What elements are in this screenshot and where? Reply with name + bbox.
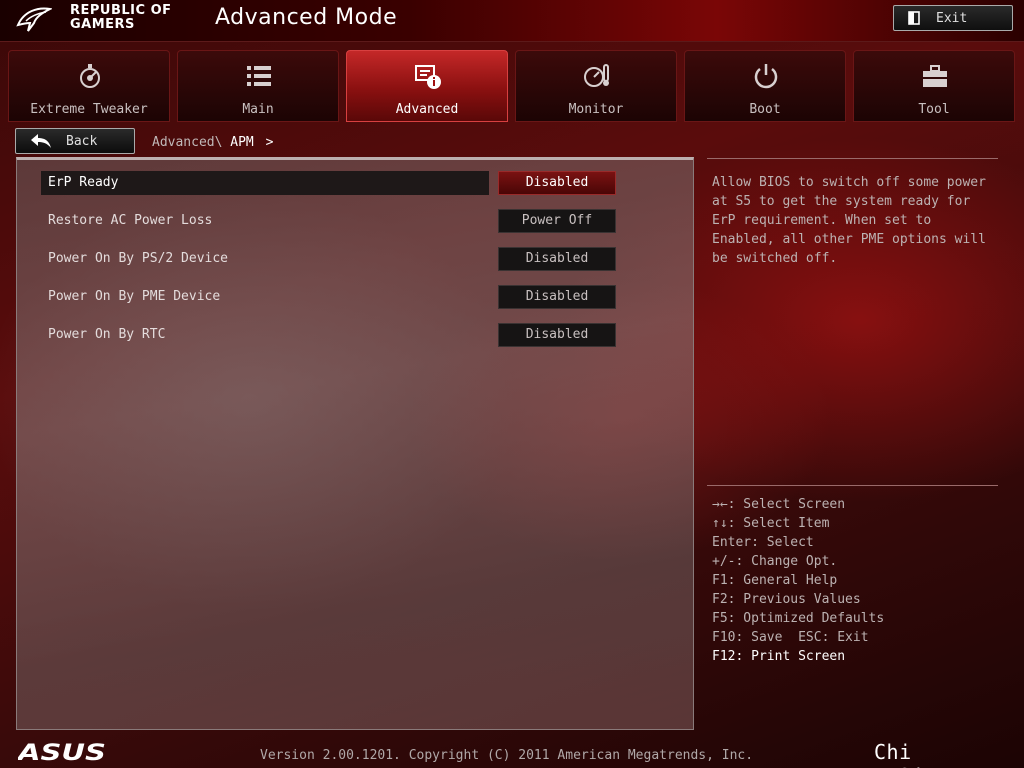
setting-value[interactable]: Power Off bbox=[498, 209, 616, 233]
toolbox-icon bbox=[923, 65, 947, 87]
tab-monitor[interactable]: Monitor bbox=[515, 50, 677, 122]
tab-extreme-tweaker[interactable]: Extreme Tweaker bbox=[8, 50, 170, 122]
tab-advanced[interactable]: Advanced bbox=[346, 50, 508, 122]
power-icon bbox=[754, 64, 778, 89]
key-hint: F1: General Help bbox=[712, 573, 838, 588]
key-hint: +/-: Change Opt. bbox=[712, 554, 838, 569]
tab-tool[interactable]: Tool bbox=[853, 50, 1015, 122]
key-hint: F12: Print Screen bbox=[712, 649, 846, 664]
help-divider-top bbox=[707, 158, 998, 159]
advanced-info-icon bbox=[415, 65, 441, 89]
setting-value[interactable]: Disabled bbox=[498, 323, 616, 347]
back-arrow-icon bbox=[31, 134, 51, 148]
setting-erp-ready[interactable]: ErP Ready Disabled bbox=[41, 171, 691, 195]
breadcrumb-chevron: > bbox=[265, 135, 274, 150]
key-hint: Enter: Select bbox=[712, 535, 814, 550]
help-line: at S5 to get the system ready for bbox=[712, 194, 971, 209]
tab-boot[interactable]: Boot bbox=[684, 50, 846, 122]
back-label: Back bbox=[66, 133, 98, 149]
setting-power-on-rtc[interactable]: Power On By RTC Disabled bbox=[41, 323, 691, 347]
key-legend: →←: Select Screen ↑↓: Select Item Enter:… bbox=[712, 495, 884, 666]
tab-label: Advanced bbox=[395, 102, 459, 117]
tab-label: Monitor bbox=[568, 102, 624, 117]
tab-label: Tool bbox=[918, 102, 950, 117]
asus-logo-text: ASUS bbox=[18, 742, 106, 762]
exit-door-icon bbox=[908, 11, 920, 25]
tab-label: Extreme Tweaker bbox=[30, 102, 148, 117]
asus-logo: ASUS bbox=[18, 742, 106, 762]
setting-label: Power On By PME Device bbox=[48, 289, 221, 304]
breadcrumb: Advanced\ APM > bbox=[152, 135, 273, 150]
help-description: Allow BIOS to switch off some power at S… bbox=[712, 173, 998, 268]
breadcrumb-current: APM bbox=[230, 135, 254, 150]
rog-brand-text: REPUBLIC OF GAMERS bbox=[70, 4, 172, 32]
setting-restore-ac-power-loss[interactable]: Restore AC Power Loss Power Off bbox=[41, 209, 691, 233]
version-text: Version 2.00.1201. Copyright (C) 2011 Am… bbox=[260, 748, 754, 763]
list-icon bbox=[247, 66, 271, 86]
help-line: be switched off. bbox=[712, 251, 838, 266]
tab-label: Main bbox=[242, 102, 274, 117]
key-hint: F5: Optimized Defaults bbox=[712, 611, 885, 626]
setting-power-on-pme[interactable]: Power On By PME Device Disabled bbox=[41, 285, 691, 309]
settings-panel: ErP Ready Disabled Restore AC Power Loss… bbox=[16, 157, 694, 730]
rog-logo bbox=[16, 7, 52, 32]
key-hint: ↑↓: Select Item bbox=[712, 516, 830, 531]
exit-label: Exit bbox=[936, 10, 968, 26]
setting-value[interactable]: Disabled bbox=[498, 285, 616, 309]
back-button[interactable]: Back bbox=[15, 128, 135, 154]
setting-value[interactable]: Disabled bbox=[498, 247, 616, 271]
setting-power-on-ps2[interactable]: Power On By PS/2 Device Disabled bbox=[41, 247, 691, 271]
breadcrumb-parent[interactable]: Advanced\ bbox=[152, 135, 222, 150]
setting-label: Power On By PS/2 Device bbox=[48, 251, 229, 266]
setting-label: Restore AC Power Loss bbox=[48, 213, 213, 228]
help-divider-bottom bbox=[707, 485, 998, 486]
setting-value[interactable]: Disabled bbox=[498, 171, 616, 195]
mode-title: Advanced Mode bbox=[215, 5, 398, 30]
exit-button[interactable]: Exit bbox=[893, 5, 1013, 31]
tab-label: Boot bbox=[749, 102, 781, 117]
key-hint: →←: Select Screen bbox=[712, 497, 846, 512]
setting-label: Power On By RTC bbox=[48, 327, 166, 342]
help-line: Allow BIOS to switch off some power bbox=[712, 175, 986, 190]
key-hint: F2: Previous Values bbox=[712, 592, 861, 607]
monitor-temp-icon bbox=[584, 64, 609, 87]
brand-line-1: REPUBLIC OF bbox=[70, 3, 172, 18]
bios-screen: REPUBLIC OF GAMERS Advanced Mode Exit Ex… bbox=[0, 0, 1024, 768]
brand-line-2: GAMERS bbox=[70, 17, 135, 32]
watermark-text: Chi na2japan bbox=[874, 740, 974, 768]
top-bar: REPUBLIC OF GAMERS Advanced Mode Exit bbox=[0, 0, 1024, 42]
gear-dial-icon bbox=[80, 64, 100, 88]
help-line: ErP requirement. When set to bbox=[712, 213, 932, 228]
setting-label: ErP Ready bbox=[41, 171, 489, 195]
tab-main[interactable]: Main bbox=[177, 50, 339, 122]
key-hint: F10: Save ESC: Exit bbox=[712, 630, 869, 645]
help-line: Enabled, all other PME options will bbox=[712, 232, 986, 247]
